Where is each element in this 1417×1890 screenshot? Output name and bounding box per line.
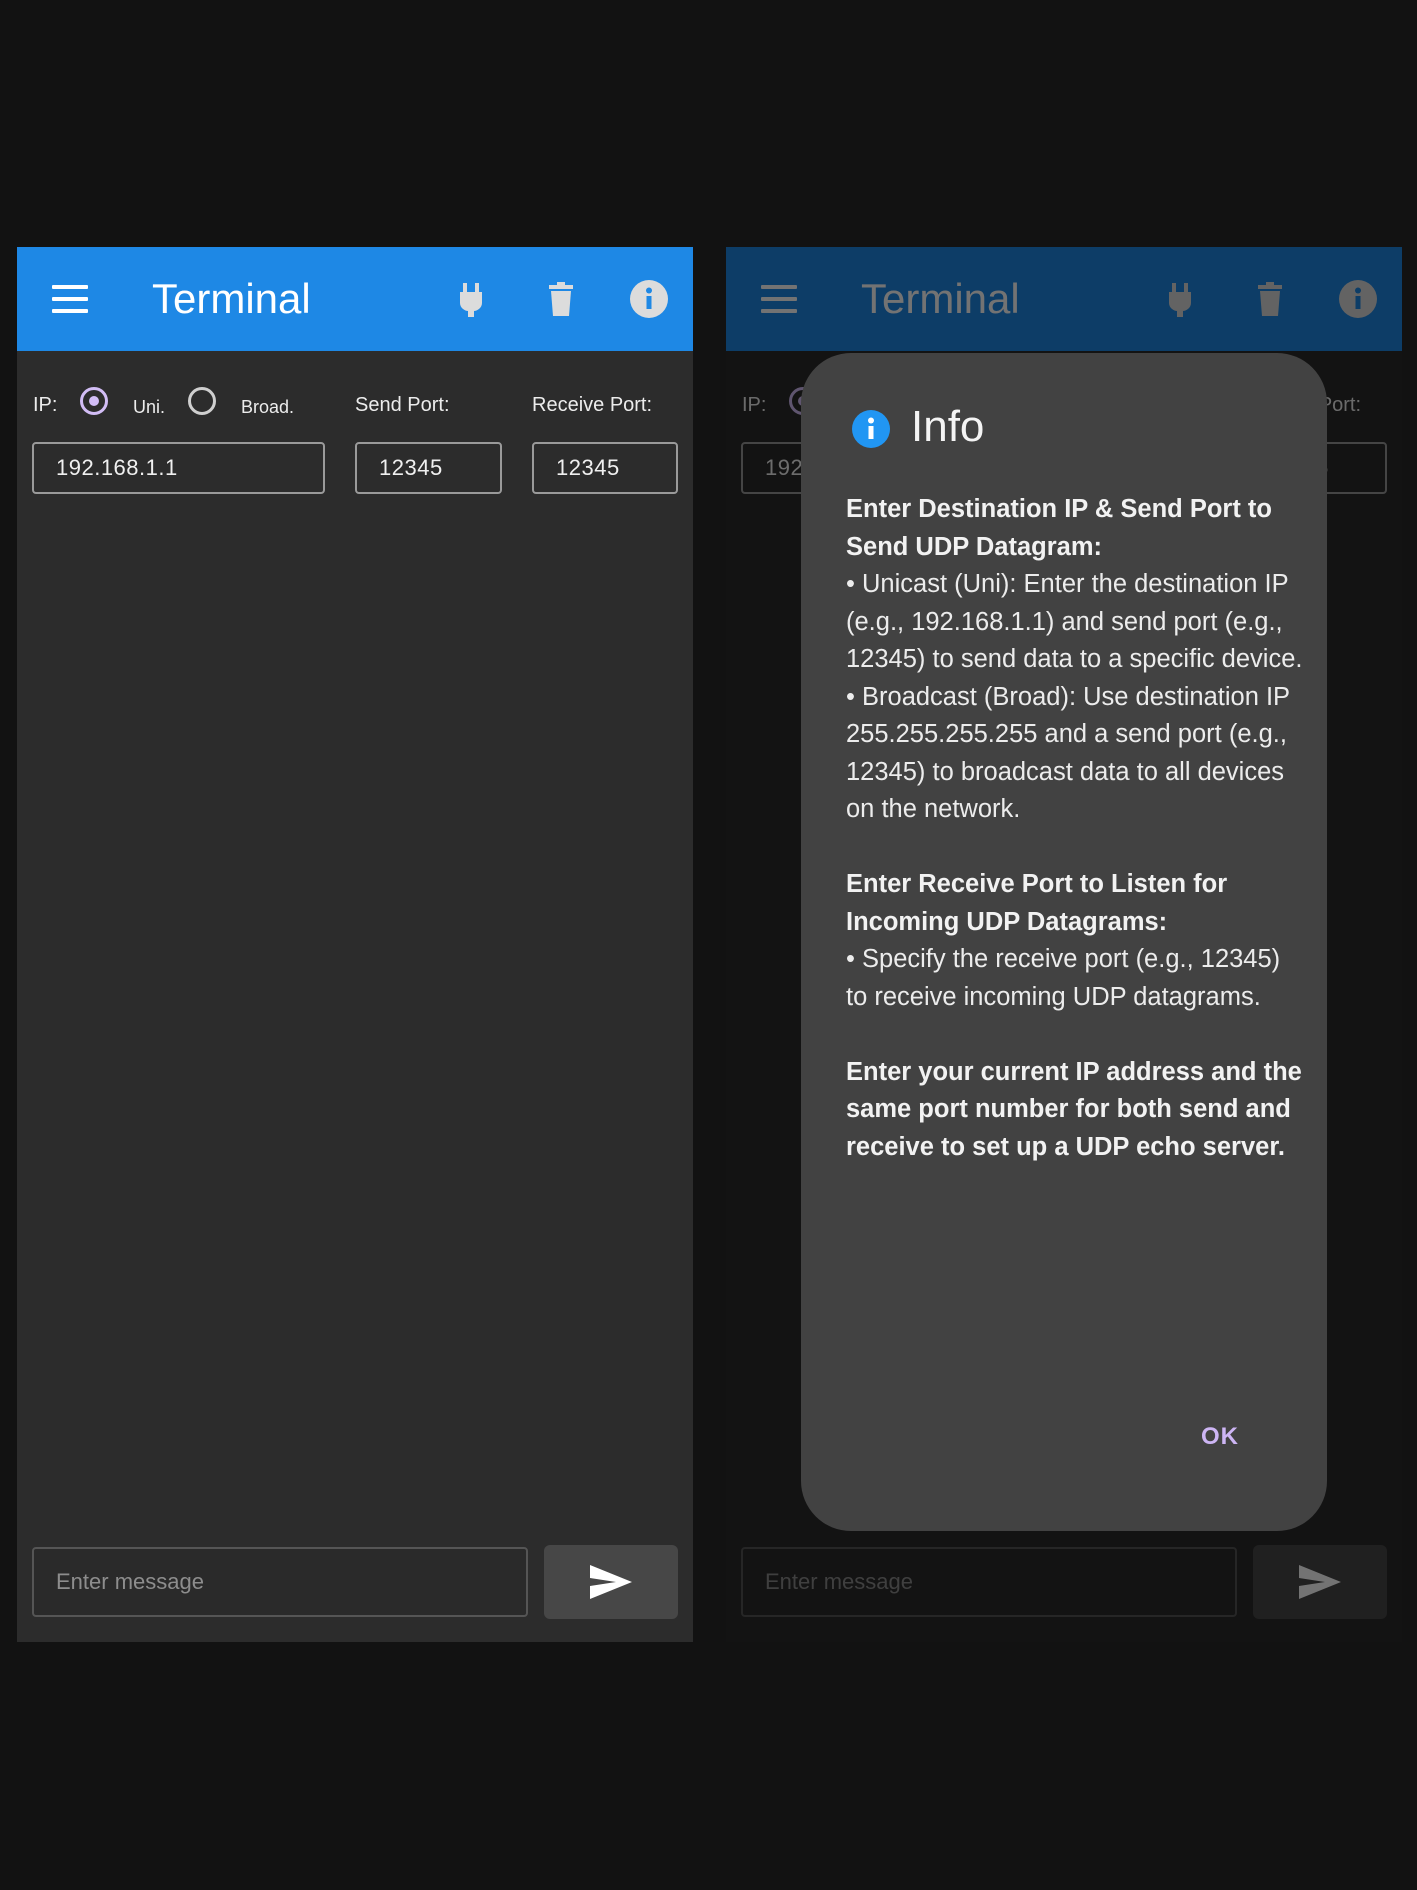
plug-icon[interactable] <box>451 279 491 319</box>
ip-label: IP: <box>33 394 58 416</box>
receive-port-field[interactable]: 12345 <box>532 442 678 494</box>
info-dialog: Info Enter Destination IP & Send Port to… <box>801 353 1327 1531</box>
receive-instruction: • Specify the receive port (e.g., 12345)… <box>846 945 1281 1011</box>
broadcast-radio[interactable] <box>188 387 216 415</box>
terminal-screen: Terminal IP: Uni. Broad. Send Port: Rece… <box>17 247 693 1642</box>
message-input[interactable]: Enter message <box>32 1547 528 1617</box>
broadcast-label: Broad. <box>241 397 295 417</box>
unicast-label: Uni. <box>133 397 166 417</box>
app-title: Terminal <box>152 275 311 322</box>
info-icon[interactable] <box>629 279 669 319</box>
app-bar: Terminal <box>17 247 693 351</box>
dialog-title: Info <box>911 402 985 451</box>
send-section-heading: Enter Destination IP & Send Port to Send… <box>846 495 1272 561</box>
send-port-label: Send Port: <box>355 394 450 416</box>
echo-server-note: Enter your current IP address and the sa… <box>846 1057 1302 1161</box>
receive-section-heading: Enter Receive Port to Listen for Incomin… <box>846 870 1228 936</box>
send-button[interactable] <box>544 1545 678 1619</box>
ok-button[interactable]: OK <box>1201 1423 1239 1451</box>
unicast-instruction: • Unicast (Uni): Enter the destination I… <box>846 570 1303 673</box>
receive-port-label: Receive Port: <box>532 394 653 416</box>
broadcast-instruction: • Broadcast (Broad): Use destination IP … <box>846 682 1290 824</box>
ip-address-field[interactable]: 192.168.1.1 <box>32 442 325 494</box>
info-icon <box>852 410 890 448</box>
unicast-radio[interactable] <box>80 387 108 415</box>
terminal-screen-with-dialog: Terminal IP: Uni. Broad. Send Port: Rece… <box>726 247 1402 1642</box>
trash-icon[interactable] <box>541 279 581 319</box>
send-port-field[interactable]: 12345 <box>355 442 502 494</box>
dialog-body: Enter Destination IP & Send Port to Send… <box>846 491 1306 1166</box>
menu-icon[interactable] <box>52 285 88 313</box>
send-icon <box>590 1565 632 1599</box>
